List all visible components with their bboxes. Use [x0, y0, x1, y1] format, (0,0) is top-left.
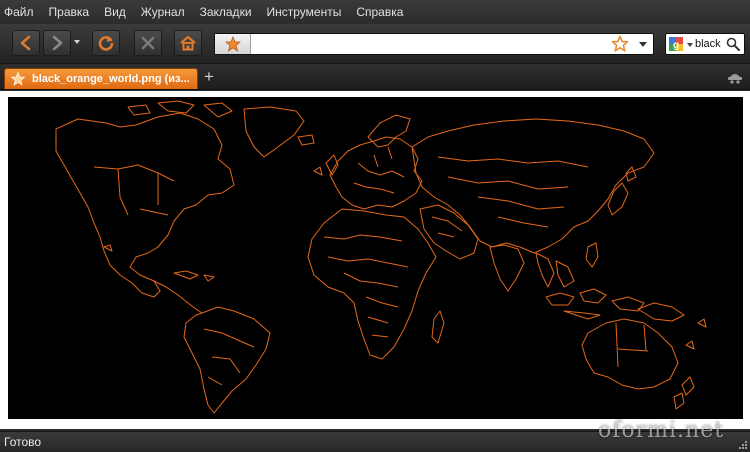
scandinavia-outline — [367, 114, 411, 148]
menu-file[interactable]: Файл — [4, 5, 34, 19]
north-america-outline — [55, 112, 235, 298]
south-america-outline — [183, 306, 271, 414]
world-map-image — [8, 97, 743, 419]
search-bar[interactable]: g — [665, 33, 745, 55]
new-zealand-outline — [673, 376, 695, 410]
menu-tools[interactable]: Инструменты — [267, 5, 342, 19]
new-guinea-outline — [637, 302, 685, 322]
tab-list-icon[interactable] — [727, 72, 743, 84]
australia-outline — [581, 318, 679, 390]
star-icon — [224, 36, 241, 52]
india-outline — [489, 244, 525, 292]
back-button[interactable] — [12, 30, 40, 56]
tab-label: black_orange_world.png (из... — [32, 73, 190, 85]
home-button[interactable] — [174, 30, 202, 56]
greenland-outline — [243, 106, 305, 158]
tab-strip: black_orange_world.png (из... + — [0, 65, 750, 90]
google-engine-icon[interactable]: g — [669, 37, 683, 51]
menu-history[interactable]: Журнал — [141, 5, 185, 19]
africa-outline — [307, 208, 437, 360]
url-dropdown-icon[interactable] — [639, 42, 647, 47]
address-bar[interactable] — [214, 33, 654, 55]
bookmark-star-icon[interactable] — [611, 35, 629, 53]
menu-view[interactable]: Вид — [104, 5, 126, 19]
new-tab-button[interactable]: + — [204, 68, 214, 86]
forward-button[interactable] — [43, 30, 71, 56]
madagascar-outline — [431, 310, 445, 344]
svg-text:g: g — [673, 40, 679, 51]
asia-outline — [411, 118, 655, 254]
search-engine-dropdown-icon[interactable] — [687, 43, 693, 47]
middle-east-outline — [419, 204, 479, 260]
back-arrow-icon — [20, 35, 31, 51]
stop-icon — [141, 36, 155, 50]
page-content — [0, 91, 750, 429]
reload-icon — [98, 36, 114, 51]
site-identity-button[interactable] — [215, 34, 251, 54]
reload-button[interactable] — [92, 30, 120, 56]
resize-grip-icon[interactable] — [737, 439, 748, 450]
watermark: oformi.net — [598, 418, 725, 443]
navigation-toolbar: g — [0, 24, 750, 64]
forward-arrow-icon — [52, 35, 63, 51]
world-map-outlines — [55, 100, 707, 414]
menu-edit[interactable]: Правка — [49, 5, 90, 19]
search-input[interactable] — [695, 36, 721, 52]
history-dropdown-icon[interactable] — [74, 40, 80, 44]
menu-bar: Файл Правка Вид Журнал Закладки Инструме… — [0, 0, 750, 24]
tab-active[interactable]: black_orange_world.png (из... — [4, 68, 198, 89]
central-america-outline — [153, 280, 203, 314]
menu-help[interactable]: Справка — [356, 5, 403, 19]
home-icon — [180, 35, 196, 51]
stop-button[interactable] — [134, 30, 162, 56]
star-icon — [11, 72, 25, 86]
status-text: Готово — [4, 435, 42, 449]
search-icon[interactable] — [726, 37, 740, 51]
europe-outline — [329, 136, 423, 210]
menu-bookmarks[interactable]: Закладки — [200, 5, 252, 19]
url-input[interactable] — [253, 35, 613, 53]
